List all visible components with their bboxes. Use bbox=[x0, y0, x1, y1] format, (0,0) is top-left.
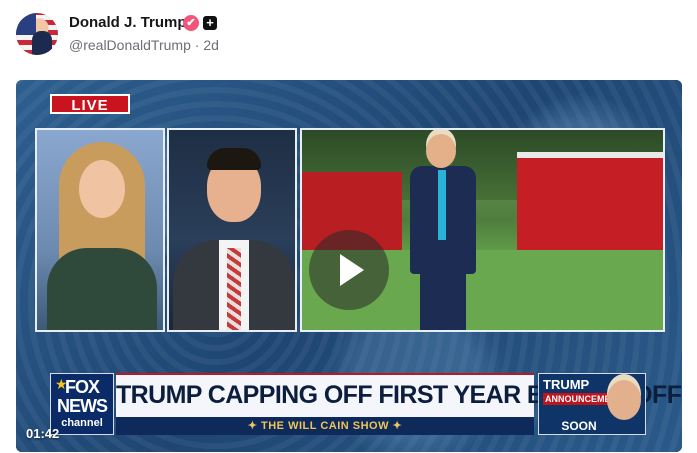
network-logo-line3: channel bbox=[61, 417, 103, 429]
post-age[interactable]: 2d bbox=[203, 37, 219, 53]
play-button[interactable] bbox=[309, 230, 389, 310]
avatar[interactable] bbox=[16, 13, 58, 55]
meta-separator: · bbox=[190, 37, 204, 53]
play-icon bbox=[340, 254, 364, 286]
video-panel-guest bbox=[167, 128, 297, 332]
promo-portrait bbox=[607, 380, 641, 420]
figure-tie bbox=[438, 170, 446, 240]
chyron-headline: TRUMP CAPPING OFF FIRST YEAR BACK IN OFF… bbox=[116, 373, 682, 417]
promo-line3: SOON bbox=[561, 419, 597, 433]
video-elapsed-time: 01:42 bbox=[26, 426, 60, 441]
guest-hair bbox=[207, 148, 261, 170]
show-name: ✦ THE WILL CAIN SHOW ✦ bbox=[116, 417, 534, 435]
live-badge: LIVE bbox=[50, 94, 130, 114]
announcement-promo: TRUMP ANNOUNCEMENT SOON bbox=[538, 373, 646, 435]
author-handle[interactable]: @realDonaldTrump bbox=[69, 37, 191, 53]
network-logo-line2: NEWS bbox=[57, 396, 108, 416]
figure-legs bbox=[420, 270, 466, 330]
add-icon[interactable]: + bbox=[203, 16, 217, 30]
author-name[interactable]: Donald J. Trump bbox=[69, 14, 187, 31]
figure-head bbox=[426, 134, 456, 168]
guest-tie bbox=[227, 248, 241, 330]
verified-badge-icon: ✔ bbox=[183, 15, 199, 31]
host-face bbox=[79, 160, 125, 218]
post-meta: @realDonaldTrump · 2d bbox=[69, 37, 219, 53]
lower-third: ★ FOX NEWS channel TRUMP CAPPING OFF FIR… bbox=[50, 373, 682, 435]
scene-fire-truck-right bbox=[517, 152, 663, 258]
network-logo-line1: FOX bbox=[64, 377, 100, 397]
video-player[interactable]: LIVE ★ FOX NEWS channel TRUMP CAPPING OF… bbox=[16, 80, 682, 452]
network-logo: ★ FOX NEWS channel bbox=[50, 373, 114, 435]
host-body bbox=[47, 248, 157, 330]
promo-line1: TRUMP bbox=[543, 377, 590, 392]
video-panel-host bbox=[35, 128, 165, 332]
